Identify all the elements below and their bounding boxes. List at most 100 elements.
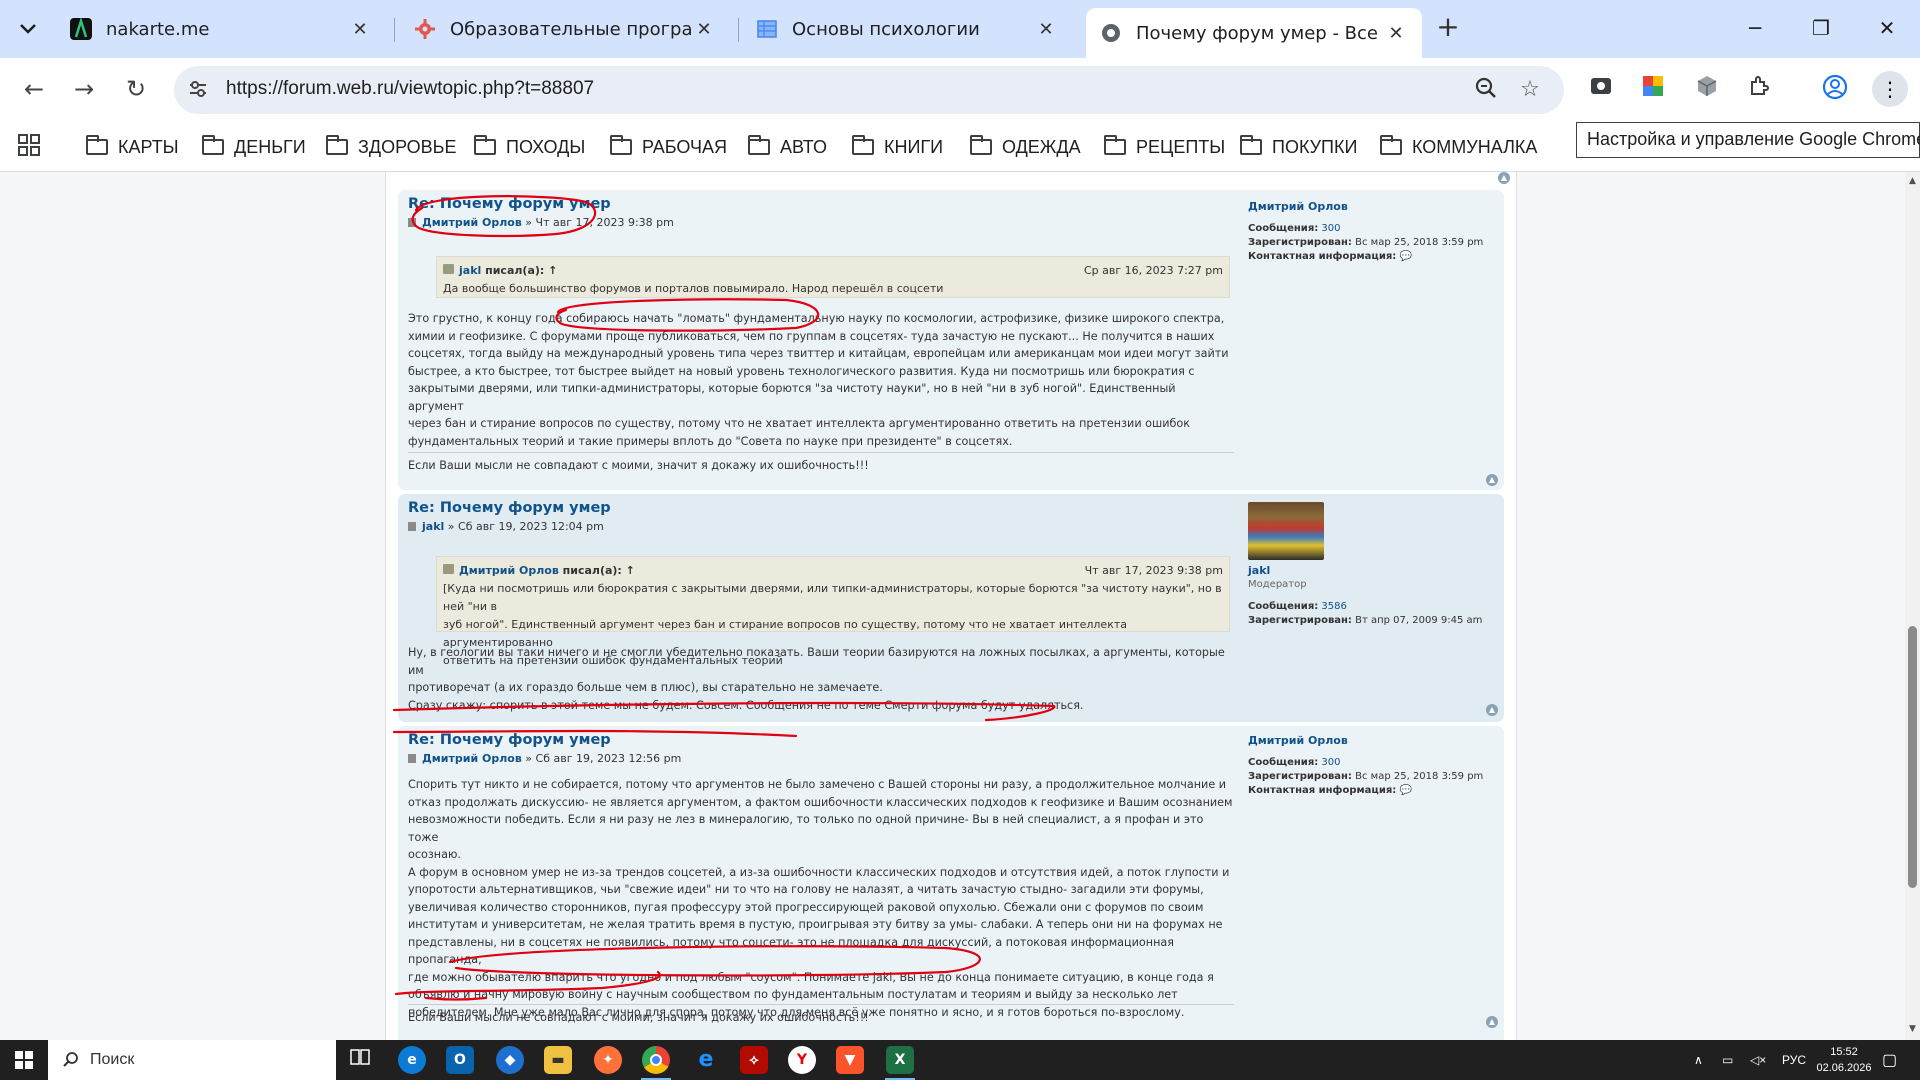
clock-time: 15:52 bbox=[1830, 1046, 1858, 1058]
tab-education[interactable]: Образовательные программы ✕ bbox=[400, 8, 730, 50]
file-explorer-icon[interactable]: ▬ bbox=[544, 1046, 572, 1074]
tab-psychology[interactable]: Основы психологии ✕ bbox=[742, 8, 1072, 50]
profile-posts-link[interactable]: 300 bbox=[1321, 757, 1340, 768]
avatar[interactable] bbox=[1248, 502, 1324, 560]
bookmark-folder[interactable]: ОДЕЖДА bbox=[970, 132, 1081, 162]
url-text[interactable]: https://forum.web.ru/viewtopic.php?t=888… bbox=[226, 78, 594, 100]
ie-icon[interactable]: e bbox=[692, 1046, 720, 1074]
close-icon[interactable]: ✕ bbox=[348, 19, 372, 40]
chrome-icon[interactable] bbox=[642, 1046, 670, 1074]
bookmark-folder[interactable]: ПОКУПКИ bbox=[1240, 132, 1357, 162]
profile-posts-link[interactable]: 3586 bbox=[1321, 601, 1346, 612]
back-button[interactable]: ← bbox=[16, 72, 52, 108]
post-icon[interactable] bbox=[408, 754, 416, 763]
clock-date: 02.06.2026 bbox=[1816, 1062, 1872, 1074]
quote-author-link[interactable]: jakl bbox=[459, 264, 481, 277]
reload-button[interactable]: ↻ bbox=[118, 72, 154, 108]
post-meta: Дмитрий Орлов » Чт авг 17, 2023 9:38 pm bbox=[408, 216, 674, 229]
zoom-icon[interactable] bbox=[1472, 76, 1500, 104]
quote-icon bbox=[443, 564, 454, 574]
close-icon[interactable]: ✕ bbox=[1034, 19, 1058, 40]
language-indicator[interactable]: РУС bbox=[1782, 1040, 1806, 1080]
chevron-down-icon bbox=[20, 24, 36, 34]
profile-registered-label: Зарегистрирован: bbox=[1248, 615, 1352, 626]
back-to-top-icon[interactable]: ▲ bbox=[1486, 704, 1498, 716]
firefox-icon[interactable]: ✦ bbox=[594, 1046, 622, 1074]
extension-cube-icon[interactable] bbox=[1692, 74, 1722, 104]
profile-username-link[interactable]: Дмитрий Орлов bbox=[1248, 734, 1488, 748]
minimize-button[interactable]: ─ bbox=[1730, 10, 1780, 46]
tab-nakarte[interactable]: nakarte.me ✕ bbox=[56, 8, 386, 50]
edge-icon[interactable]: e bbox=[398, 1046, 426, 1074]
chrome-menu-icon[interactable]: ⋮ bbox=[1872, 71, 1908, 107]
task-view-icon[interactable] bbox=[346, 1046, 374, 1074]
profile-username-link[interactable]: Дмитрий Орлов bbox=[1248, 200, 1488, 214]
acrobat-icon[interactable]: ⟡ bbox=[740, 1046, 768, 1074]
folder-icon bbox=[748, 135, 770, 155]
outlook-icon[interactable]: O bbox=[446, 1046, 474, 1074]
post-title-link[interactable]: Re: Почему форум умер bbox=[408, 196, 611, 212]
close-icon[interactable]: ✕ bbox=[692, 19, 716, 40]
bookmark-folder[interactable]: ДЕНЬГИ bbox=[202, 132, 306, 162]
post-author-link[interactable]: Дмитрий Орлов bbox=[422, 216, 522, 229]
folder-icon bbox=[852, 135, 874, 155]
search-icon bbox=[63, 1052, 78, 1067]
tab-search-button[interactable] bbox=[10, 12, 46, 46]
bookmark-label: РАБОЧАЯ bbox=[642, 136, 728, 157]
start-button[interactable] bbox=[0, 1040, 48, 1080]
site-info-icon[interactable] bbox=[186, 78, 210, 102]
post-icon[interactable] bbox=[408, 522, 416, 531]
bookmark-folder[interactable]: РЕЦЕПТЫ bbox=[1104, 132, 1225, 162]
brave-icon[interactable]: ▼ bbox=[836, 1046, 864, 1074]
back-to-top-icon[interactable]: ▲ bbox=[1486, 474, 1498, 486]
forward-button[interactable]: → bbox=[66, 72, 102, 108]
post-title-link[interactable]: Re: Почему форум умер bbox=[408, 732, 611, 748]
bookmark-folder[interactable]: ПОХОДЫ bbox=[474, 132, 585, 162]
close-window-button[interactable]: ✕ bbox=[1862, 10, 1912, 46]
taskbar-search-box[interactable]: Поиск bbox=[48, 1040, 336, 1080]
post-author-link[interactable]: jakl bbox=[422, 520, 444, 533]
bookmark-folder[interactable]: ЗДОРОВЬЕ bbox=[326, 132, 457, 162]
profile-username-link[interactable]: jakl bbox=[1248, 564, 1488, 578]
network-icon[interactable]: ▭ bbox=[1722, 1040, 1733, 1080]
extension-color-icon[interactable] bbox=[1638, 74, 1668, 104]
scroll-up-arrow-icon[interactable]: ▲ bbox=[1907, 176, 1918, 186]
restore-button[interactable]: ❐ bbox=[1796, 10, 1846, 46]
bookmark-label: КНИГИ bbox=[884, 136, 944, 157]
profile-posts-link[interactable]: 300 bbox=[1321, 223, 1340, 234]
profile-icon[interactable] bbox=[1820, 74, 1850, 104]
bookmark-folder[interactable]: КАРТЫ bbox=[86, 132, 179, 162]
bookmark-folder[interactable]: АВТО bbox=[748, 132, 827, 162]
contact-speech-bubble-icon[interactable]: 💬 bbox=[1399, 251, 1411, 262]
quote-author-link[interactable]: Дмитрий Орлов bbox=[459, 564, 559, 577]
apps-grid-icon[interactable] bbox=[18, 134, 40, 156]
tab-forum-active[interactable]: Почему форум умер - Все о ге ✕ bbox=[1086, 8, 1422, 58]
extension-screenshot-icon[interactable] bbox=[1586, 74, 1616, 104]
post-title-link[interactable]: Re: Почему форум умер bbox=[408, 500, 611, 516]
yandex-icon[interactable]: Y bbox=[788, 1046, 816, 1074]
volume-icon[interactable]: ◁× bbox=[1750, 1040, 1766, 1080]
excel-icon[interactable]: X bbox=[886, 1046, 914, 1074]
extensions-puzzle-icon[interactable] bbox=[1744, 74, 1774, 104]
scrollbar-thumb[interactable] bbox=[1908, 626, 1917, 888]
tray-overflow-icon[interactable]: ∧ bbox=[1694, 1040, 1703, 1080]
post-author-link[interactable]: Дмитрий Орлов bbox=[422, 752, 522, 765]
bookmark-folder[interactable]: КОММУНАЛКА bbox=[1380, 132, 1537, 162]
bookmark-label: ДЕНЬГИ bbox=[234, 136, 306, 157]
notifications-icon[interactable]: ▢ bbox=[1882, 1040, 1897, 1080]
bookmark-folder[interactable]: РАБОЧАЯ bbox=[610, 132, 727, 162]
scroll-down-arrow-icon[interactable]: ▼ bbox=[1907, 1024, 1918, 1034]
post-icon[interactable] bbox=[408, 218, 416, 227]
shield-app-icon[interactable]: ◆ bbox=[496, 1046, 524, 1074]
back-to-top-icon[interactable]: ▲ bbox=[1498, 172, 1510, 184]
bookmark-star-icon[interactable]: ☆ bbox=[1516, 76, 1544, 104]
back-to-top-icon[interactable]: ▲ bbox=[1486, 1016, 1498, 1028]
close-icon[interactable]: ✕ bbox=[1384, 23, 1408, 44]
page-scrollbar[interactable]: ▲ ▼ bbox=[1905, 172, 1920, 1040]
address-bar[interactable]: https://forum.web.ru/viewtopic.php?t=888… bbox=[174, 66, 1564, 114]
new-tab-button[interactable]: + bbox=[1432, 12, 1464, 44]
post: Re: Почему форум умер jakl » Сб авг 19, … bbox=[398, 494, 1504, 722]
bookmark-folder[interactable]: КНИГИ bbox=[852, 132, 943, 162]
contact-speech-bubble-icon[interactable]: 💬 bbox=[1399, 785, 1411, 796]
clock[interactable]: 15:52 02.06.2026 bbox=[1808, 1044, 1880, 1076]
